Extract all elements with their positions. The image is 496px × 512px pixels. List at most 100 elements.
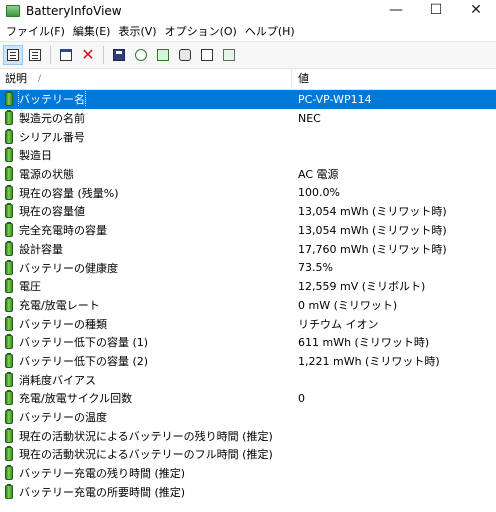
list-row[interactable]: 完全充電時の容量 13,054 mWh (ミリワット時) bbox=[0, 221, 496, 240]
list-row[interactable]: 現在の容量値 13,054 mWh (ミリワット時) bbox=[0, 202, 496, 221]
row-value: リチウム イオン bbox=[298, 317, 379, 331]
list-row[interactable]: 製造元の名前 NEC bbox=[0, 109, 496, 128]
list-row[interactable]: バッテリーの温度 bbox=[0, 408, 496, 427]
battery-icon bbox=[5, 278, 13, 294]
save-button[interactable] bbox=[109, 45, 129, 65]
list-row[interactable]: 製造日 bbox=[0, 146, 496, 165]
row-value: 100.0% bbox=[298, 186, 340, 200]
list-row[interactable]: バッテリー低下の容量 (2) 1,221 mWh (ミリワット時) bbox=[0, 352, 496, 371]
save-icon bbox=[113, 49, 125, 61]
list-row[interactable]: 消耗度バイアス bbox=[0, 370, 496, 389]
row-value: 13,054 mWh (ミリワット時) bbox=[298, 224, 447, 238]
row-value: NEC bbox=[298, 111, 321, 125]
column-header-description-label: 説明 bbox=[5, 72, 27, 85]
window-title: BatteryInfoView bbox=[26, 3, 122, 18]
row-label: 製造日 bbox=[19, 149, 52, 163]
list-row[interactable]: バッテリー名 PC-VP-WP114 bbox=[0, 90, 496, 109]
battery-icon bbox=[5, 296, 13, 312]
menu-file[interactable]: ファイル(F) bbox=[4, 23, 71, 39]
list-row[interactable]: バッテリー充電の所要時間 (推定) bbox=[0, 482, 496, 501]
window-controls: — ☐ ✕ bbox=[376, 0, 496, 21]
list-row[interactable]: 電圧 12,559 mV (ミリボルト) bbox=[0, 277, 496, 296]
battery-icon bbox=[5, 371, 13, 387]
row-label: 電圧 bbox=[19, 280, 41, 294]
row-label: バッテリーの温度 bbox=[19, 411, 107, 425]
list-row[interactable]: 充電/放電レート 0 mW (ミリワット) bbox=[0, 296, 496, 315]
menu-options[interactable]: オプション(O) bbox=[163, 23, 243, 39]
battery-icon bbox=[5, 465, 13, 481]
menu-edit[interactable]: 編集(E) bbox=[71, 23, 117, 39]
battery-icon bbox=[5, 390, 13, 406]
row-label: バッテリー名 bbox=[18, 91, 86, 108]
menu-bar: ファイル(F) 編集(E) 表示(V) オプション(O) ヘルプ(H) bbox=[0, 21, 496, 41]
delete-button[interactable]: ✕ bbox=[78, 45, 98, 65]
row-label: バッテリーの種類 bbox=[19, 317, 107, 331]
row-value: 0 bbox=[298, 391, 305, 405]
list-row[interactable]: バッテリーの健康度 73.5% bbox=[0, 258, 496, 277]
list-row[interactable]: 現在の活動状況によるバッテリーの残り時間 (推定) bbox=[0, 426, 496, 445]
menu-view[interactable]: 表示(V) bbox=[116, 23, 162, 39]
find-button[interactable] bbox=[197, 45, 217, 65]
find-icon bbox=[201, 49, 213, 61]
window-button[interactable] bbox=[56, 45, 76, 65]
row-value: 12,559 mV (ミリボルト) bbox=[298, 280, 426, 294]
battery-icon bbox=[5, 315, 13, 331]
row-label: 現在の活動状況によるバッテリーのフル時間 (推定) bbox=[19, 448, 273, 462]
row-value: 0 mW (ミリワット) bbox=[298, 298, 398, 312]
properties-icon bbox=[7, 49, 19, 61]
window-icon bbox=[60, 49, 72, 61]
list-row[interactable]: 設計容量 17,760 mWh (ミリワット時) bbox=[0, 240, 496, 259]
battery-icon bbox=[5, 483, 13, 499]
battery-icon bbox=[5, 352, 13, 368]
close-button[interactable]: ✕ bbox=[456, 0, 496, 21]
list-row[interactable]: バッテリー充電の残り時間 (推定) bbox=[0, 464, 496, 483]
menu-help[interactable]: ヘルプ(H) bbox=[243, 23, 301, 39]
exit-icon bbox=[223, 49, 235, 61]
row-value: 73.5% bbox=[298, 261, 333, 275]
copy-button[interactable] bbox=[153, 45, 173, 65]
delete-icon: ✕ bbox=[81, 45, 95, 64]
row-label: バッテリー充電の残り時間 (推定) bbox=[19, 467, 186, 481]
row-label: 消耗度バイアス bbox=[19, 373, 96, 387]
minimize-button[interactable]: — bbox=[376, 0, 416, 21]
toolbar: ✕ bbox=[0, 41, 496, 69]
row-label: 電源の状態 bbox=[19, 168, 74, 182]
refresh-button[interactable] bbox=[131, 45, 151, 65]
list-row[interactable]: バッテリー低下の容量 (1) 611 mWh (ミリワット時) bbox=[0, 333, 496, 352]
list-header: 説明 / 値 bbox=[0, 69, 496, 90]
column-header-description[interactable]: 説明 / bbox=[0, 69, 292, 89]
list-row[interactable]: 現在の容量 (残量%) 100.0% bbox=[0, 183, 496, 202]
list-row[interactable]: シリアル番号 bbox=[0, 127, 496, 146]
options-button[interactable] bbox=[175, 45, 195, 65]
row-label: 充電/放電レート bbox=[19, 298, 100, 312]
row-label: 製造元の名前 bbox=[19, 112, 85, 126]
document-button[interactable] bbox=[25, 45, 45, 65]
row-label: 現在の活動状況によるバッテリーの残り時間 (推定) bbox=[19, 429, 273, 443]
exit-button[interactable] bbox=[219, 45, 239, 65]
battery-icon bbox=[5, 446, 13, 462]
options-icon bbox=[179, 49, 191, 61]
battery-icon bbox=[5, 240, 13, 256]
row-label: 完全充電時の容量 bbox=[19, 224, 107, 238]
battery-info-list: バッテリー名 PC-VP-WP114 製造元の名前 NEC シリアル番号 製造日… bbox=[0, 90, 496, 501]
list-row[interactable]: 充電/放電サイクル回数 0 bbox=[0, 389, 496, 408]
row-value: 1,221 mWh (ミリワット時) bbox=[298, 354, 440, 368]
maximize-button[interactable]: ☐ bbox=[416, 0, 456, 21]
column-header-value[interactable]: 値 bbox=[292, 69, 309, 89]
row-label: 現在の容量値 bbox=[19, 205, 85, 219]
row-label: バッテリー低下の容量 (2) bbox=[19, 354, 149, 368]
battery-icon bbox=[5, 409, 13, 425]
list-row[interactable]: 電源の状態 AC 電源 bbox=[0, 165, 496, 184]
row-label: 設計容量 bbox=[19, 242, 63, 256]
battery-icon bbox=[5, 203, 13, 219]
battery-icon bbox=[5, 427, 13, 443]
properties-button[interactable] bbox=[3, 45, 23, 65]
row-label: バッテリー低下の容量 (1) bbox=[19, 336, 149, 350]
list-row[interactable]: バッテリーの種類 リチウム イオン bbox=[0, 314, 496, 333]
row-value: 17,760 mWh (ミリワット時) bbox=[298, 242, 447, 256]
battery-icon bbox=[5, 222, 13, 238]
row-label: バッテリー充電の所要時間 (推定) bbox=[19, 485, 186, 499]
toolbar-separator bbox=[103, 46, 104, 64]
column-header-value-label: 値 bbox=[298, 72, 309, 85]
list-row[interactable]: 現在の活動状況によるバッテリーのフル時間 (推定) bbox=[0, 445, 496, 464]
